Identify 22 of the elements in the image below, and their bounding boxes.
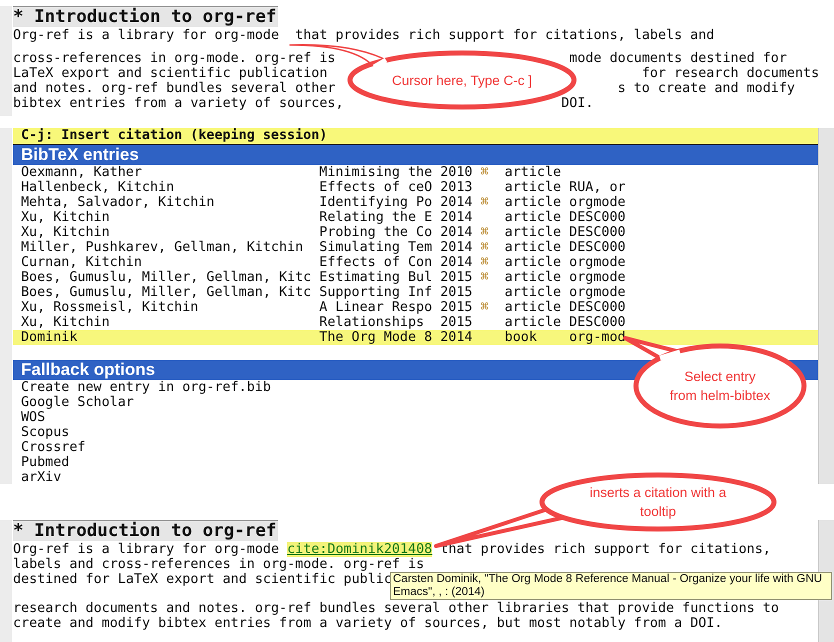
paragraph-text: DOI. (561, 96, 594, 111)
paragraph-text: LaTeX export and scientific publication (13, 66, 328, 81)
paragraph-text: for research documents (642, 66, 820, 81)
paragraph-text: create and modify bibtex entries from a variety of sources, but most notably from a DOI. (13, 616, 722, 631)
paragraph-text: labels and cross-references in org-mode. org-ref is (13, 557, 424, 572)
section-header: BibTeX entries (13, 145, 818, 165)
paragraph-text: bibtex entries from a variety of sources, (13, 96, 344, 111)
paragraph-text: Org-ref is a library for org-mode (13, 542, 280, 557)
callout-text: inserts a citation with a tooltip (588, 484, 728, 521)
section-heading: * Introduction to org-ref (13, 6, 278, 27)
citation-tooltip: Carsten Dominik, "The Org Mode 8 Reference Manual - Organize your life with GNU Emacs", , : (2014) (390, 572, 832, 600)
paragraph-text: research documents and notes. org-ref bundles several other libraries that provide functions to (13, 601, 779, 616)
paragraph-text: that provides rich support for citations, labels and (295, 28, 714, 43)
paragraph-text: cross-references in org-mode. org-ref is (13, 51, 336, 66)
callout-text: Cursor here, Type C-c ] (390, 72, 534, 90)
paragraph-text: Org-ref is a library for org-mode (13, 28, 280, 43)
section-heading: * Introduction to org-ref (13, 520, 278, 541)
action-hint: C-j: Insert citation (keeping session) (13, 128, 818, 145)
paragraph-text: mode documents destined for (569, 51, 787, 66)
paragraph-text: s to create and modify (618, 81, 795, 96)
paragraph-text: and notes. org-ref bundles several other (13, 81, 336, 96)
paragraph-text: destined for LaTeX export and scientific public (13, 572, 392, 587)
